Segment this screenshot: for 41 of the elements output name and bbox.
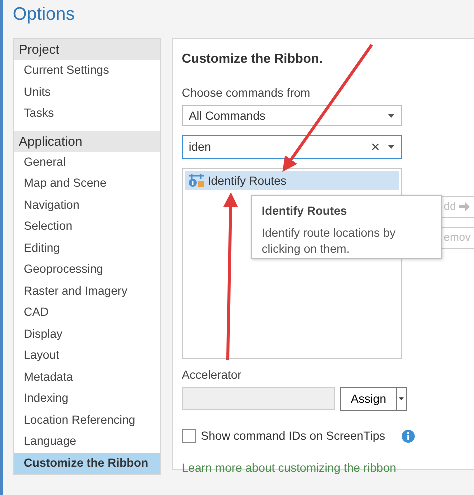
command-item[interactable]: Identify Routes [185,171,399,190]
sidebar-item[interactable]: Units [14,82,160,103]
checkbox-label: Show command IDs on ScreenTips [201,429,386,443]
sidebar-item[interactable]: Map and Scene [14,173,160,194]
tooltip-title: Identify Routes [262,204,348,218]
search-field[interactable]: iden × [182,135,402,159]
field-label: Choose commands from [182,85,312,101]
sidebar-item[interactable]: Tasks [14,103,160,124]
sidebar-item[interactable]: Display [14,324,160,345]
sidebar-item[interactable]: Customize the Ribbon [14,452,160,474]
info-icon[interactable] [402,430,416,442]
assign-button[interactable]: Assign [340,387,408,411]
caret-icon [388,145,395,149]
sidebar-item[interactable]: Location Referencing [14,410,160,431]
sidebar-item[interactable]: Metadata [14,366,160,388]
section-heading: Customize the Ribbon. [182,50,324,68]
sidebar-group-header: Project [14,39,160,60]
tooltip-text: Identify route locations by clicking on them. [262,225,397,257]
commands-dropdown[interactable]: All Commands [182,105,402,126]
caret-icon [388,114,395,118]
sidebar-item[interactable]: Selection [14,216,160,238]
sidebar-item[interactable]: Indexing [14,388,160,410]
arrow-icon [459,202,470,212]
window-title: Options [13,3,76,26]
sidebar-item[interactable]: Editing [14,238,160,259]
help-link[interactable]: Learn more about customizing the ribbon [182,461,396,475]
sidebar-item[interactable]: CAD [14,302,160,324]
route-tool-icon [188,173,205,188]
sidebar-item[interactable]: Raster and Imagery [14,280,160,302]
sidebar-group-header: Application [14,130,160,152]
caret-icon [399,397,404,401]
sidebar-item[interactable]: Layout [14,345,160,366]
checkbox[interactable] [182,429,196,443]
field-label: Accelerator [182,367,243,383]
sidebar-item[interactable]: Language [14,431,160,452]
sidebar-item[interactable]: Geoprocessing [14,259,160,280]
sidebar-item[interactable]: Navigation [14,194,160,216]
clear-button[interactable]: × [371,140,380,154]
sidebar-item[interactable]: Current Settings [14,60,160,82]
sidebar-item[interactable]: General [14,152,160,173]
accelerator-field[interactable] [182,387,335,410]
